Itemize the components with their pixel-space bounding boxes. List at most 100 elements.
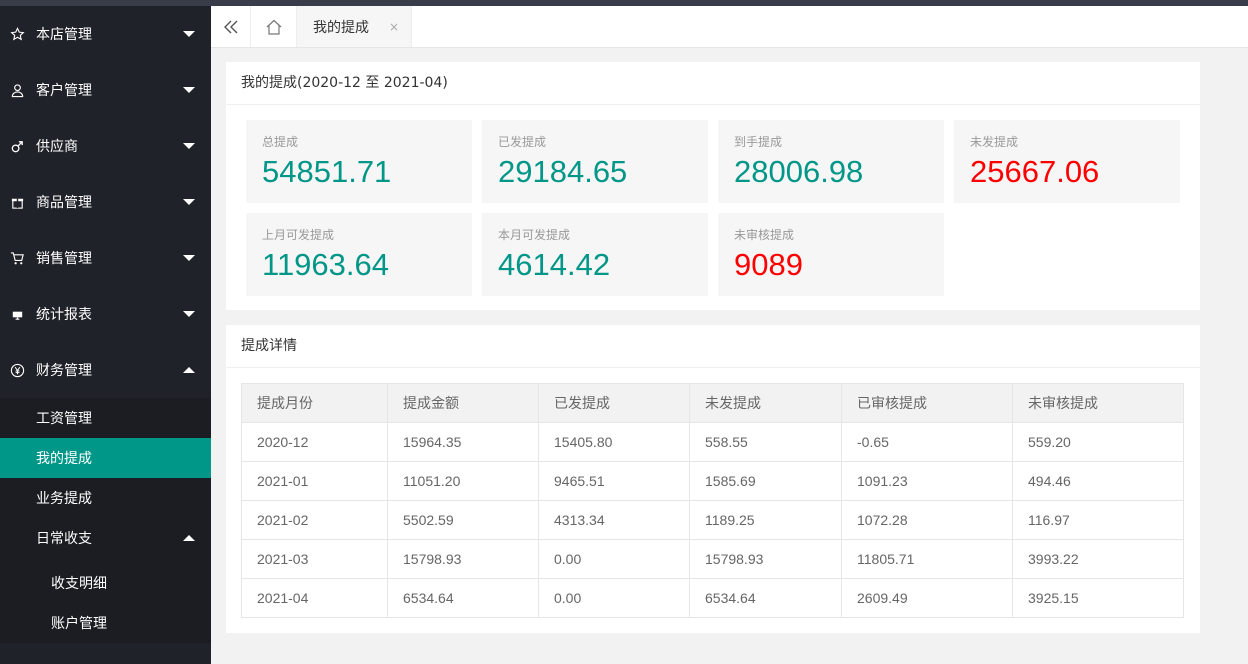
stat-label: 总提成 [262,135,299,149]
column-header: 已审核提成 [841,383,1013,423]
column-header: 提成月份 [241,383,388,423]
tab-label: 我的提成 [313,19,369,36]
table-cell: 0.00 [538,539,690,579]
stat-total: 总提成 54851.71 [246,120,472,203]
home-tab[interactable] [251,6,297,47]
table-cell: 2020-12 [241,422,388,462]
sidebar-item-finance[interactable]: 财务管理 [0,342,211,398]
double-chevron-left-icon [223,20,237,33]
sidebar-item-sales[interactable]: 销售管理 [0,230,211,286]
gift-icon [10,195,36,210]
chevron-up-icon [183,535,195,541]
stat-label: 未发提成 [970,135,1019,149]
cart-icon [10,251,36,266]
tab-my-commission[interactable]: 我的提成 × [297,6,413,47]
male-icon [10,139,36,154]
table-cell: 2021-04 [241,578,388,618]
table-cell: 3993.22 [1012,539,1184,579]
stat-value: 54851.71 [262,154,392,189]
column-header: 提成金额 [387,383,539,423]
table-cell: 9465.51 [538,461,690,501]
stat-unpaid: 未发提成 25667.06 [954,120,1180,203]
home-icon [266,19,281,35]
sidebar-item-income-details[interactable]: 收支明细 [0,558,211,603]
close-icon[interactable]: × [389,20,399,34]
table-cell: 3925.15 [1012,578,1184,618]
stat-label: 上月可发提成 [262,228,335,242]
stat-unaudited: 未审核提成 9089 [718,213,944,296]
stat-value: 11963.64 [262,247,389,282]
sidebar-item-business-commission[interactable]: 业务提成 [0,478,211,518]
stat-received: 到手提成 28006.98 [718,120,944,203]
details-title: 提成详情 [226,325,1200,368]
sidebar: 本店管理 客户管理 供应商 商品管理 销售管理 统计报表 财务管理 工资管理 我… [0,0,211,664]
user-icon [10,83,36,98]
stat-label: 已发提成 [498,135,547,149]
tab-bar: 我的提成 × [211,0,1248,48]
table-cell: 11805.71 [841,539,1013,579]
sidebar-item-salary[interactable]: 工资管理 [0,398,211,438]
sidebar-item-store[interactable]: 本店管理 [0,6,211,62]
table-cell: 559.20 [1012,422,1184,462]
table-row: 2021-04 6534.64 0.00 6534.64 2609.49 3925.15 [241,578,1184,618]
sidebar-item-reports[interactable]: 统计报表 [0,286,211,342]
chevron-down-icon [183,143,195,149]
table-cell: 558.55 [689,422,842,462]
table-cell: 6534.64 [689,578,842,618]
sidebar-item-products[interactable]: 商品管理 [0,174,211,230]
summary-title: 我的提成(2020-12 至 2021-04) [226,62,1200,105]
table-cell: 0.00 [538,578,690,618]
table-header-row: 提成月份 提成金额 已发提成 未发提成 已审核提成 未审核提成 [241,383,1184,423]
table-cell: 1072.28 [841,500,1013,540]
table-cell: 15798.93 [387,539,539,579]
table-row: 2021-03 15798.93 0.00 15798.93 11805.71 3993.… [241,539,1184,579]
details-card: 提成详情 提成月份 提成金额 已发提成 未发提成 已审核提成 未审核提成 202… [226,325,1200,633]
stat-value: 9089 [734,247,803,282]
stat-value: 25667.06 [970,154,1100,189]
sidebar-item-my-commission[interactable]: 我的提成 [0,438,211,478]
stat-this-month: 本月可发提成 4614.42 [482,213,708,296]
sidebar-item-label: 统计报表 [36,307,92,323]
column-header: 已发提成 [538,383,690,423]
table-cell: 4313.34 [538,500,690,540]
table-cell: 2609.49 [841,578,1013,618]
table-cell: 2021-03 [241,539,388,579]
sidebar-item-label: 供应商 [36,139,78,155]
table-row: 2021-02 5502.59 4313.34 1189.25 1072.28 116.9… [241,500,1184,540]
table-cell: 116.97 [1012,500,1184,540]
table-cell: 2021-02 [241,500,388,540]
table-cell: 5502.59 [387,500,539,540]
sidebar-item-suppliers[interactable]: 供应商 [0,118,211,174]
table-cell: 494.46 [1012,461,1184,501]
chevron-down-icon [183,31,195,37]
stat-paid: 已发提成 29184.65 [482,120,708,203]
finance-submenu: 工资管理 我的提成 业务提成 日常收支 收支明细 账户管理 [0,398,211,643]
sidebar-item-label: 本店管理 [36,27,92,43]
collapse-button[interactable] [211,6,251,47]
table-cell: 1585.69 [689,461,842,501]
star-icon [10,26,36,42]
stat-value: 4614.42 [498,247,611,282]
sidebar-item-account-management[interactable]: 账户管理 [0,603,211,643]
table-cell: 2021-01 [241,461,388,501]
stat-value: 28006.98 [734,154,864,189]
column-header: 未发提成 [689,383,842,423]
yen-icon [10,363,36,378]
sidebar-item-daily-income[interactable]: 日常收支 [0,518,211,558]
sidebar-item-customers[interactable]: 客户管理 [0,62,211,118]
table-cell: 11051.20 [387,461,539,501]
table-cell: 15964.35 [387,422,539,462]
sidebar-item-label: 商品管理 [36,195,92,211]
table-cell: 1189.25 [689,500,842,540]
stat-label: 到手提成 [734,135,783,149]
chevron-down-icon [183,311,195,317]
chevron-down-icon [183,255,195,261]
table-cell: 15798.93 [689,539,842,579]
sidebar-item-label: 日常收支 [36,531,92,547]
table-cell: 1091.23 [841,461,1013,501]
sidebar-item-label: 财务管理 [36,363,92,379]
chevron-up-icon [183,367,195,373]
table-row: 2020-12 15964.35 15405.80 558.55 -0.65 559.20 [241,422,1184,462]
commission-table: 提成月份 提成金额 已发提成 未发提成 已审核提成 未审核提成 2020-12 1… [241,383,1184,618]
stat-label: 未审核提成 [734,228,795,242]
